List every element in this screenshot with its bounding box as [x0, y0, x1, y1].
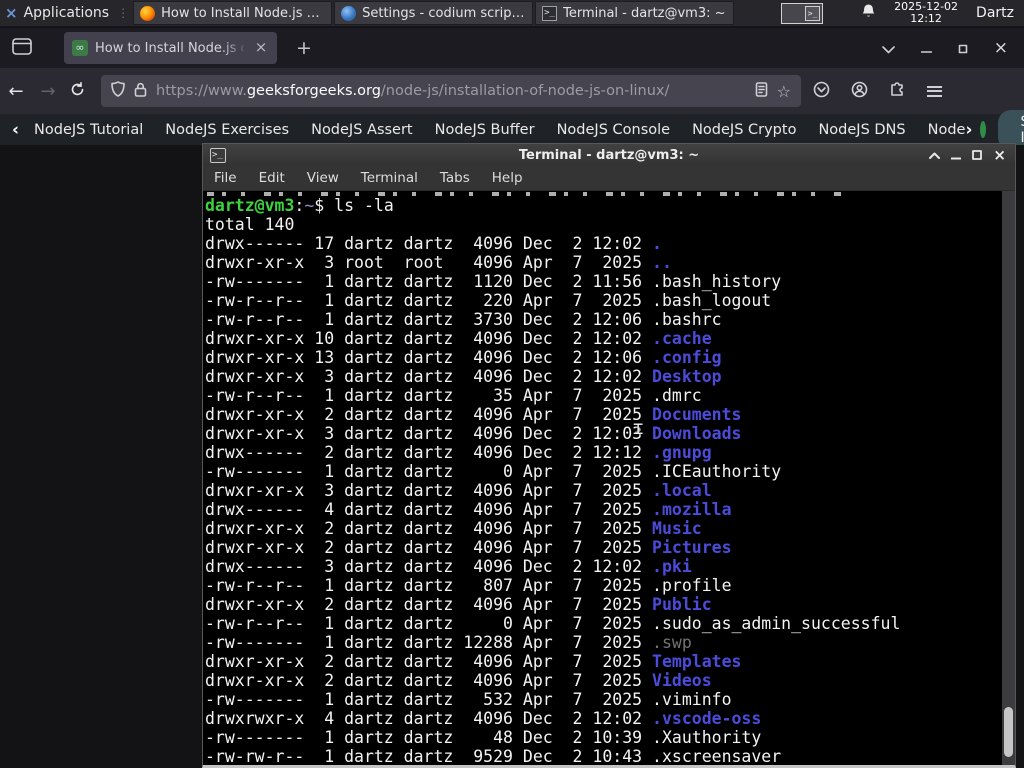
taskbar-window-terminal[interactable]: >_ Terminal - dartz@vm3: ~: [535, 1, 735, 25]
reader-view-icon[interactable]: [755, 81, 768, 101]
nav-scroll-left-icon[interactable]: ‹: [0, 120, 23, 140]
applications-label: Applications: [23, 5, 110, 21]
menu-file[interactable]: File: [203, 170, 248, 186]
user-menu[interactable]: Dartz: [976, 5, 1014, 21]
tracking-shield-icon[interactable]: [111, 81, 125, 101]
menu-help[interactable]: Help: [481, 170, 534, 186]
nav-scroll-right-icon[interactable]: ›: [965, 120, 978, 140]
window-maximize-icon[interactable]: [958, 39, 968, 58]
url-bar[interactable]: https://www.geeksforgeeks.org/node-js/in…: [101, 75, 801, 107]
back-icon[interactable]: ←: [0, 81, 32, 102]
window-close-icon[interactable]: ×: [994, 38, 1008, 58]
taskbar-window-label: Terminal - dartz@vm3: ~: [563, 5, 726, 21]
taskbar-window-label: Settings - codium script...: [362, 5, 527, 21]
reload-icon[interactable]: [70, 81, 85, 101]
menu-edit[interactable]: Edit: [248, 170, 296, 186]
lock-icon[interactable]: [134, 82, 147, 101]
nav-item-dns[interactable]: NodeJS DNS: [807, 122, 916, 138]
search-icon[interactable]: [980, 121, 987, 138]
text-cursor-ibeam: ⌶: [633, 419, 644, 439]
tab-title-fade: [221, 32, 249, 64]
firefox-tab-bar: ∞ How to Install Node.js on × + ×: [0, 28, 1024, 68]
tab-close-icon[interactable]: ×: [251, 38, 271, 58]
account-icon[interactable]: [851, 81, 868, 102]
menu-terminal[interactable]: Terminal: [350, 170, 429, 186]
terminal-titlebar[interactable]: >_ Terminal - dartz@vm3: ~ ×: [203, 144, 1015, 166]
list-all-tabs-icon[interactable]: [881, 39, 895, 58]
taskbar-window-label: How to Install Node.js o...: [161, 5, 326, 21]
vscodium-icon: [341, 5, 357, 21]
terminal-title: Terminal - dartz@vm3: ~: [518, 147, 700, 163]
window-minimize-icon[interactable]: [920, 39, 933, 58]
firefox-view-icon[interactable]: [12, 37, 32, 59]
nav-item-buffer[interactable]: NodeJS Buffer: [424, 122, 546, 138]
top-panel: × Applications ⋮ How to Install Node.js …: [0, 0, 1024, 27]
xfce-logo-icon: ×: [5, 4, 18, 22]
browser-tab-active[interactable]: ∞ How to Install Node.js on ×: [64, 32, 277, 64]
nav-item-assert[interactable]: NodeJS Assert: [300, 122, 424, 138]
terminal-output: dartz@vm3:~$ ls -la total 140 drwx------ 1…: [203, 191, 1002, 765]
taskbar-window-codium[interactable]: Settings - codium script...: [334, 1, 534, 25]
window-maximize-icon[interactable]: [972, 150, 983, 160]
menu-view[interactable]: View: [296, 170, 350, 186]
firefox-icon: [140, 5, 156, 21]
nav-item-exercises[interactable]: NodeJS Exercises: [154, 122, 300, 138]
notification-bell-icon[interactable]: [861, 3, 876, 23]
nav-item-console[interactable]: NodeJS Console: [546, 122, 682, 138]
extensions-puzzle-icon[interactable]: [889, 81, 906, 102]
nav-item-crypto[interactable]: NodeJS Crypto: [681, 122, 807, 138]
window-minimize-icon[interactable]: [951, 151, 962, 160]
terminal-icon: >_: [542, 5, 558, 21]
clock-time: 12:12: [910, 12, 942, 25]
scrolled-text-sliver: [207, 192, 847, 196]
menu-hamburger-icon[interactable]: [927, 85, 942, 97]
shade-window-icon[interactable]: [929, 152, 941, 159]
taskbar-window-firefox[interactable]: How to Install Node.js o...: [133, 1, 333, 25]
applications-menu[interactable]: × Applications: [0, 0, 117, 26]
firefox-toolbar: ← → https://www.geeksforgeeks.org/node-j…: [0, 68, 1024, 114]
scrollbar-thumb[interactable]: [1004, 707, 1013, 757]
terminal-menubar: File Edit View Terminal Tabs Help: [203, 166, 1015, 191]
panel-clock[interactable]: 2025-12-02 12:12: [894, 1, 958, 25]
terminal-icon: >_: [210, 147, 226, 163]
panel-separator: ⋮: [117, 6, 129, 20]
terminal-scrollbar[interactable]: [1002, 191, 1015, 765]
pocket-icon[interactable]: [813, 81, 830, 102]
bookmark-star-icon[interactable]: ☆: [777, 82, 791, 101]
nav-item-tutorial[interactable]: NodeJS Tutorial: [23, 122, 154, 138]
terminal-window: >_ Terminal - dartz@vm3: ~ × File Edit V…: [202, 143, 1016, 768]
workspace-terminal-miniature: >_: [805, 5, 821, 21]
nav-item-truncated[interactable]: Node: [917, 122, 966, 138]
geeksforgeeks-favicon: ∞: [72, 40, 88, 56]
url-text: https://www.geeksforgeeks.org/node-js/in…: [156, 83, 670, 99]
site-nav-bar: ‹ NodeJS Tutorial NodeJS Exercises NodeJ…: [0, 109, 1024, 150]
forward-icon[interactable]: →: [32, 81, 64, 102]
workspace-switcher[interactable]: >_: [781, 2, 824, 24]
new-tab-button[interactable]: +: [291, 37, 317, 59]
window-close-icon[interactable]: ×: [993, 148, 1006, 163]
menu-tabs[interactable]: Tabs: [429, 170, 481, 186]
